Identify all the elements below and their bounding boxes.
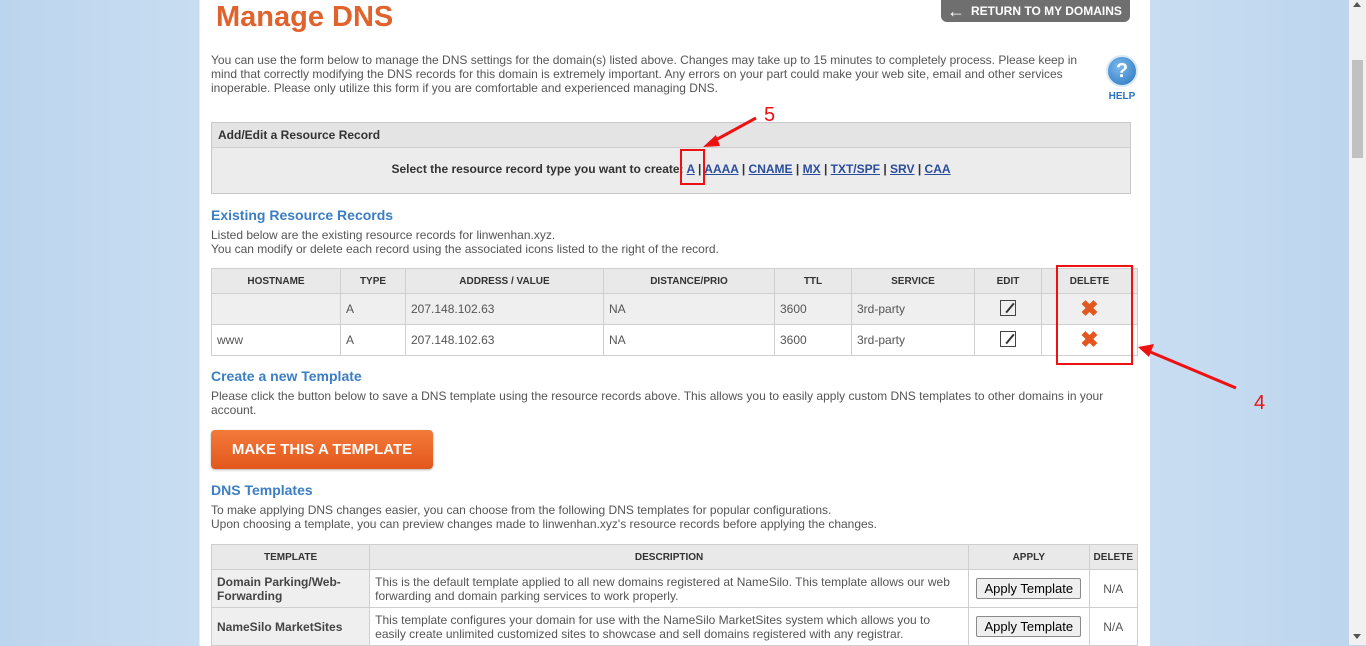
annotation-arrow-4 (1147, 349, 1237, 390)
scroll-down-icon[interactable] (1353, 634, 1361, 639)
annotation-arrows (703, 116, 1237, 390)
vertical-scrollbar[interactable] (1349, 0, 1366, 645)
scrollbar-thumb[interactable] (1352, 60, 1363, 158)
annotation-arrow-5 (711, 116, 757, 144)
annotation-arrowhead-5 (703, 135, 720, 147)
annotation-arrowhead-4 (1138, 344, 1154, 357)
scroll-up-icon[interactable] (1353, 2, 1361, 7)
